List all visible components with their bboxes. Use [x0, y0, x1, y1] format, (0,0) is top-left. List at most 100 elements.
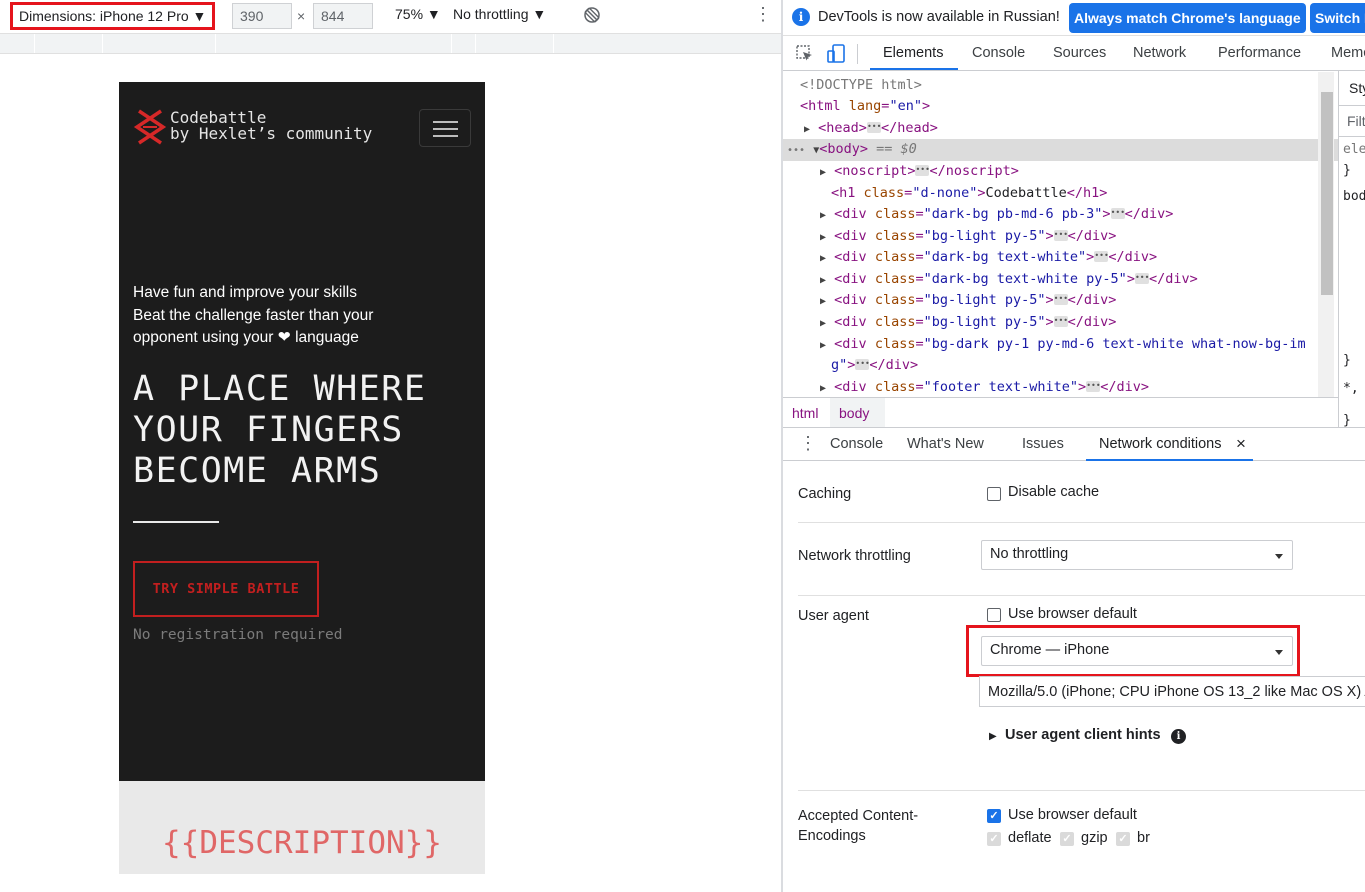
- tab-performance[interactable]: Performance: [1218, 45, 1301, 61]
- breadcrumb-html[interactable]: html: [792, 405, 818, 421]
- disable-cache-checkbox[interactable]: [987, 487, 1001, 501]
- collapsed-ellipsis-icon[interactable]: •••: [1053, 293, 1068, 305]
- tree-node-div[interactable]: ▶ <div class="dark-bg text-white">•••</d…: [783, 247, 1338, 269]
- collapsed-ellipsis-icon[interactable]: •••: [855, 358, 870, 370]
- user-agent-select[interactable]: Chrome — iPhone: [981, 636, 1293, 666]
- expand-triangle-icon[interactable]: ▶: [820, 275, 826, 286]
- menu-toggle-button[interactable]: [419, 109, 471, 147]
- tree-node-h1[interactable]: <h1 class="d-none">Codebattle</h1>: [783, 183, 1338, 205]
- expand-triangle-icon[interactable]: ▶: [820, 340, 826, 351]
- br-checkbox[interactable]: ✓: [1116, 832, 1130, 846]
- throttling-dropdown[interactable]: No throttling ▼: [453, 6, 546, 22]
- info-icon[interactable]: i: [1171, 729, 1186, 744]
- tree-node-div[interactable]: ▶ <div class="bg-light py-5">•••</div>: [783, 290, 1338, 312]
- user-agent-string-input[interactable]: Mozilla/5.0 (iPhone; CPU iPhone OS 13_2 …: [979, 676, 1365, 707]
- styles-tab[interactable]: Sty: [1349, 80, 1365, 96]
- drawer-tab-whats-new[interactable]: What's New: [907, 436, 984, 452]
- expand-triangle-icon[interactable]: ▶: [989, 731, 997, 742]
- expand-triangle-icon[interactable]: ▶: [820, 167, 826, 178]
- div-attr-value: "bg-light py-5": [923, 314, 1046, 330]
- network-throttling-select[interactable]: No throttling: [981, 540, 1293, 570]
- device-width-input[interactable]: 390: [232, 3, 292, 29]
- expand-triangle-icon[interactable]: ▶: [820, 296, 826, 307]
- expand-triangle-icon[interactable]: ▶: [804, 124, 810, 135]
- styles-divider: [1339, 136, 1365, 137]
- tree-node-div[interactable]: ▶ <div class="dark-bg pb-md-6 pb-3">•••<…: [783, 204, 1338, 226]
- tab-elements[interactable]: Elements: [883, 45, 943, 61]
- tree-node-html[interactable]: <html lang="en">: [783, 96, 1338, 118]
- device-height-input[interactable]: 844: [313, 3, 373, 29]
- collapsed-ellipsis-icon[interactable]: •••: [1110, 207, 1125, 219]
- disable-cache-label[interactable]: Disable cache: [1008, 484, 1099, 500]
- device-toolbar-icon[interactable]: [826, 43, 848, 65]
- gzip-checkbox[interactable]: ✓: [1060, 832, 1074, 846]
- drawer-tab-network-conditions[interactable]: Network conditions: [1099, 436, 1222, 452]
- drawer-tab-console[interactable]: Console: [830, 436, 883, 452]
- tree-node-doctype[interactable]: <!DOCTYPE html>: [783, 75, 1338, 97]
- expand-triangle-icon[interactable]: ▶: [820, 232, 826, 243]
- tree-node-body-selected[interactable]: ••• ▼<body> == $0: [783, 139, 1338, 161]
- collapsed-ellipsis-icon[interactable]: •••: [1053, 229, 1068, 241]
- encodings-use-browser-default-checkbox[interactable]: ✓: [987, 809, 1001, 823]
- tab-network[interactable]: Network: [1133, 45, 1186, 61]
- try-simple-battle-button[interactable]: TRY SIMPLE BATTLE: [133, 561, 319, 617]
- deflate-checkbox[interactable]: ✓: [987, 832, 1001, 846]
- tree-node-head[interactable]: ▶ <head>•••</head>: [783, 118, 1338, 140]
- collapsed-ellipsis-icon[interactable]: •••: [1053, 315, 1068, 327]
- brand-name[interactable]: Codebattle by Hexlet’s community: [170, 110, 372, 142]
- tree-node-div-wrap[interactable]: g">•••</div>: [783, 355, 1338, 377]
- rotate-icon[interactable]: [582, 5, 602, 25]
- close-icon[interactable]: ×: [1236, 434, 1246, 454]
- zoom-dropdown[interactable]: 75% ▼: [395, 6, 441, 22]
- collapsed-ellipsis-icon[interactable]: •••: [1094, 250, 1109, 262]
- html-tag: <html: [800, 98, 841, 114]
- switch-language-button[interactable]: Switch DevTools to Russian: [1310, 3, 1365, 33]
- tree-node-div[interactable]: ▶ <div class="dark-bg text-white py-5">•…: [783, 269, 1338, 291]
- tree-node-div[interactable]: ▶ <div class="footer text-white">•••</di…: [783, 377, 1338, 399]
- ua-use-browser-default-checkbox[interactable]: [987, 608, 1001, 622]
- expand-triangle-icon[interactable]: ▶: [820, 253, 826, 264]
- tab-console[interactable]: Console: [972, 45, 1025, 61]
- codebattle-logo-icon[interactable]: [133, 108, 167, 146]
- expand-triangle-icon[interactable]: ▶: [820, 383, 826, 394]
- ua-client-hints-toggle[interactable]: User agent client hints: [1005, 727, 1161, 743]
- elements-scrollbar-thumb[interactable]: [1321, 92, 1333, 295]
- ruler-tick: [475, 34, 476, 53]
- inspect-element-icon[interactable]: [794, 43, 816, 65]
- tab-sources[interactable]: Sources: [1053, 45, 1106, 61]
- breadcrumb-body[interactable]: body: [839, 405, 869, 421]
- html-attr-value: "en": [889, 98, 922, 114]
- tree-node-div[interactable]: ▶ <div class="bg-light py-5">•••</div>: [783, 226, 1338, 248]
- media-query-bar[interactable]: [0, 33, 781, 54]
- collapsed-ellipsis-icon[interactable]: •••: [1134, 272, 1149, 284]
- times-sign: ×: [297, 8, 306, 24]
- encodings-use-browser-default-label[interactable]: Use browser default: [1008, 807, 1137, 823]
- styles-filter[interactable]: Filt: [1347, 113, 1365, 129]
- phone-viewport: Codebattle by Hexlet’s community Have fu…: [119, 82, 485, 874]
- dimensions-dropdown[interactable]: Dimensions: iPhone 12 Pro ▼: [10, 2, 216, 30]
- tree-node-div[interactable]: ▶ <div class="bg-light py-5">•••</div>: [783, 312, 1338, 334]
- headline-line-3: BECOME ARMS: [133, 451, 382, 491]
- tree-node-div[interactable]: ▶ <div class="bg-dark py-1 py-md-6 text-…: [783, 334, 1338, 356]
- ua-use-browser-default-label[interactable]: Use browser default: [1008, 606, 1137, 622]
- collapsed-ellipsis-icon[interactable]: •••: [866, 121, 881, 133]
- tree-node-noscript[interactable]: ▶ <noscript>•••</noscript>: [783, 161, 1338, 183]
- h1-text: Codebattle: [985, 185, 1067, 201]
- tab-memory[interactable]: Memory: [1331, 45, 1365, 61]
- div-open-tag: <div: [834, 249, 867, 265]
- collapsed-ellipsis-icon[interactable]: •••: [915, 164, 930, 176]
- expand-triangle-icon[interactable]: ▶: [820, 318, 826, 329]
- h1-open-tag: <h1: [831, 185, 856, 201]
- tagline-line-2: Beat the challenge faster than your: [133, 306, 374, 324]
- div-open-end: >: [1045, 228, 1054, 244]
- drawer-menu-icon[interactable]: ⋮: [799, 433, 817, 454]
- collapsed-ellipsis-icon[interactable]: •••: [1086, 380, 1101, 392]
- drawer-tab-issues[interactable]: Issues: [1022, 436, 1064, 452]
- more-options-icon[interactable]: ⋮: [754, 4, 772, 25]
- expand-triangle-icon[interactable]: ▶: [820, 210, 826, 221]
- div-attr-name: class: [874, 379, 916, 395]
- html-attr-name: lang: [848, 98, 882, 114]
- devtools-main-tabs: Elements Console Sources Network Perform…: [783, 36, 1365, 71]
- always-match-language-button[interactable]: Always match Chrome's language: [1069, 3, 1306, 33]
- node-actions-icon[interactable]: •••: [787, 145, 805, 156]
